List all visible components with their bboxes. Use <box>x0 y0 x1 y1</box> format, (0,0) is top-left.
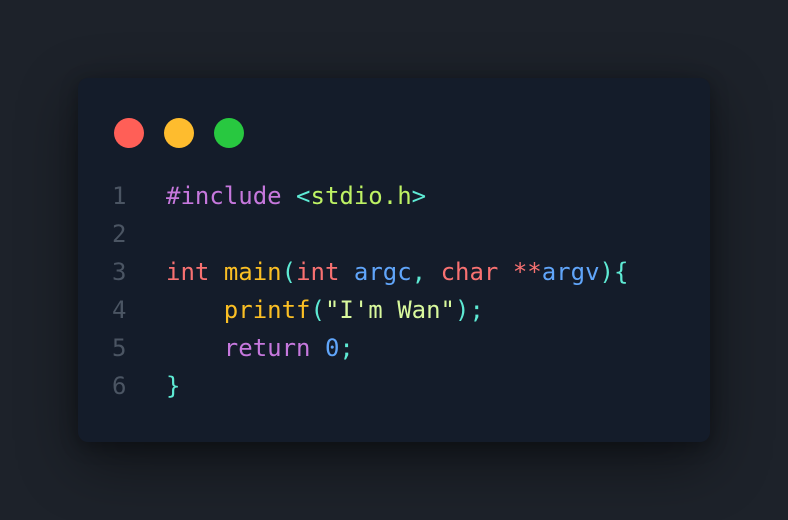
code-token: argc <box>353 258 412 286</box>
code-text: int main(int argc, char **argv){ <box>166 253 628 291</box>
code-token: stdio.h <box>310 182 412 210</box>
code-token: main <box>223 258 282 286</box>
code-window: 1 #include <stdio.h> 2 3 int main(int argc, … <box>78 78 710 442</box>
code-token: #include <box>166 182 282 210</box>
line-number: 2 <box>112 220 127 248</box>
line-number: 4 <box>112 296 127 324</box>
code-token: argv <box>541 258 600 286</box>
line-number: 1 <box>112 182 127 210</box>
code-token: int <box>166 258 210 286</box>
code-token: ; <box>339 334 354 362</box>
code-token: ){ <box>599 258 629 286</box>
minimize-dot-icon[interactable] <box>164 118 194 148</box>
line-number: 6 <box>112 372 127 400</box>
code-token: printf <box>223 296 311 324</box>
code-token: ( <box>310 296 325 324</box>
close-dot-icon[interactable] <box>114 118 144 148</box>
code-token: > <box>411 182 427 210</box>
code-token: int <box>296 258 340 286</box>
line-number: 3 <box>112 258 127 286</box>
code-token: ** <box>512 258 542 286</box>
zoom-dot-icon[interactable] <box>214 118 244 148</box>
code-text: #include <stdio.h> <box>166 177 426 215</box>
code-text: } <box>166 367 180 405</box>
code-token: ( <box>281 258 297 286</box>
code-token: ); <box>455 296 484 324</box>
code-token: return <box>223 334 311 362</box>
code-text: printf("I'm Wan"); <box>166 291 484 329</box>
code-text: return 0; <box>166 329 354 367</box>
line-number: 5 <box>112 334 127 362</box>
code-token: 0 <box>324 334 340 362</box>
code-token: "I'm Wan" <box>324 296 455 324</box>
code-token: , <box>411 258 441 286</box>
window-controls <box>114 118 244 148</box>
code-token: < <box>296 182 311 210</box>
code-token: } <box>166 372 181 400</box>
code-token: char <box>440 258 499 286</box>
